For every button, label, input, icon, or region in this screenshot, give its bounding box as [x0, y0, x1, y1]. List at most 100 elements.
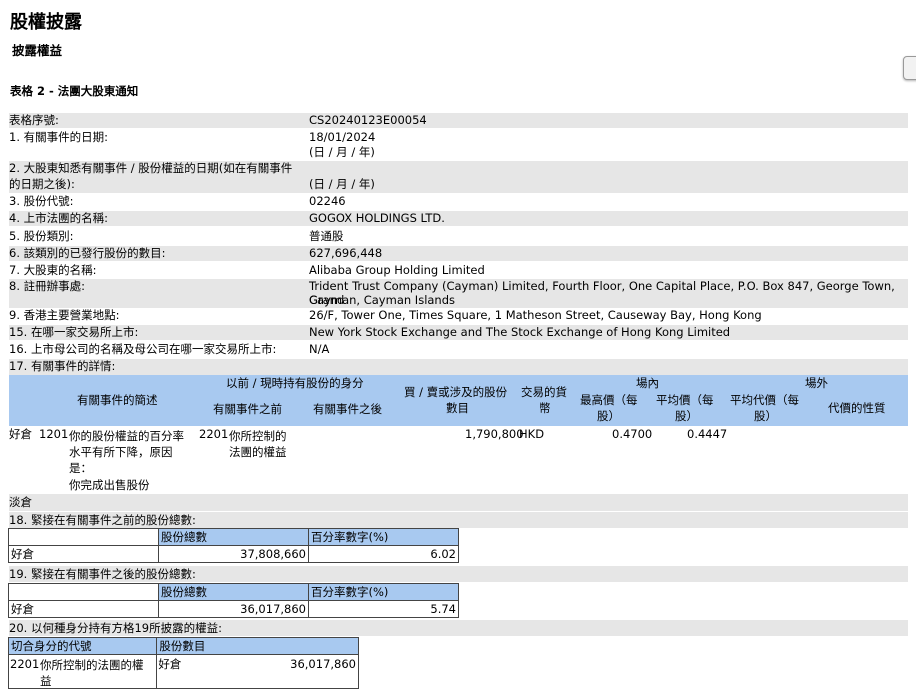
event-position: 好倉: [9, 427, 32, 441]
field-hk-address: 9. 香港主要營業地點: 26/F, Tower One, Times Squa…: [9, 308, 908, 323]
stock-code-value: 02246: [309, 194, 346, 208]
col-avg-1: 平均價（每: [656, 393, 714, 407]
sec20-position: 好倉: [158, 657, 182, 671]
sec20-col-shares: 股份數目: [156, 637, 359, 655]
sec20-shares-cell: 好倉 36,017,860: [156, 654, 359, 689]
sec19-label-row: 19. 緊接在有關事件之後的股份總數:: [9, 566, 908, 582]
sec18-row-label: 好倉: [8, 545, 159, 563]
sec19-pct: 5.74: [308, 600, 459, 618]
aware-date-format: (日 / 月 / 年): [309, 177, 375, 191]
field-stock-code: 3. 股份代號: 02246: [9, 194, 908, 209]
field-shareholder-name: 7. 大股東的名稱: Alibaba Group Holding Limited: [9, 263, 908, 278]
col-nature: 代價的性質: [828, 401, 886, 415]
aware-date-label-2: 的日期之後):: [9, 177, 75, 191]
sec19-label: 19. 緊接在有關事件之後的股份總數:: [9, 567, 196, 581]
sec20-label-row: 20. 以何種身分持有方格19所披露的權益:: [9, 620, 908, 636]
col-offavg-2: 股）: [754, 409, 777, 423]
col-shares-1: 買 / 賣或涉及的股份: [404, 385, 508, 399]
sec20-desc-1: 你所控制的法團的權: [40, 658, 144, 672]
short-position-label: 淡倉: [9, 495, 32, 509]
sec20-col-code: 切合身分的代號: [7, 637, 158, 655]
field-event-date: 1. 有關事件的日期: 18/01/2024 (日 / 月 / 年): [9, 130, 908, 160]
sec20-table: 切合身分的代號 股份數目 2201 你所控制的法團的權 益 好倉 36,017,…: [7, 637, 359, 689]
sec20-code: 2201: [10, 657, 40, 671]
col-high-1: 最高價（每: [580, 393, 638, 407]
side-panel-toggle-button[interactable]: [903, 56, 916, 80]
event-currency: HKD: [519, 427, 545, 441]
event-date-format: (日 / 月 / 年): [309, 145, 375, 159]
sec18-label: 18. 緊接在有關事件之前的股份總數:: [9, 513, 196, 527]
col-offavg-1: 平均代價（每: [730, 393, 799, 407]
capacity-desc-2: 法團的權益: [229, 445, 287, 459]
capacity-code: 2201: [199, 427, 229, 441]
event-high-price: 0.4700: [612, 427, 653, 441]
corp-name-label: 4. 上市法團的名稱:: [9, 211, 109, 225]
sec19-table: 股份總數 百分率數字(%) 好倉 36,017,860 5.74: [8, 583, 459, 618]
short-position-row: 淡倉: [9, 494, 908, 511]
parent-company-value: N/A: [309, 342, 330, 356]
field-exchange: 15. 在哪一家交易所上市: New York Stock Exchange a…: [9, 325, 908, 340]
sec19-shares: 36,017,860: [158, 600, 309, 618]
sec20-desc-2: 益: [40, 674, 52, 688]
share-class-value: 普通股: [309, 229, 344, 243]
col-shares-2: 數目: [446, 401, 469, 415]
field-serial: 表格序號: CS20240123E00054: [9, 113, 908, 128]
parent-company-label: 16. 上市母公司的名稱及母公司在哪一家交易所上市:: [9, 342, 277, 356]
sec20-capacity-cell: 2201 你所控制的法團的權 益: [7, 654, 158, 689]
event-table-header: 有關事件的簡述 以前 / 現時持有股份的身分 有關事件之前 有關事件之後 買 /…: [9, 375, 908, 426]
col-event-desc: 有關事件的簡述: [77, 393, 158, 407]
registered-office-label: 8. 註冊辦事處:: [9, 279, 86, 293]
col-high-2: 股）: [597, 409, 620, 423]
field-aware-date: 2. 大股東知悉有關事件 / 股份權益的日期(如在有關事件 的日期之後): (日…: [9, 161, 908, 193]
field-issued-shares: 6. 該類別的已發行股份的數目: 627,696,448: [9, 246, 908, 261]
col-after: 有關事件之後: [313, 402, 382, 416]
event-desc-3: 是：: [69, 461, 92, 475]
sec18-col-shares: 股份總數: [158, 528, 309, 546]
shareholder-name-label: 7. 大股東的名稱:: [9, 263, 97, 277]
page-title: 股權披露: [10, 12, 82, 33]
page-subtitle: 披露權益: [12, 43, 63, 58]
issued-shares-value: 627,696,448: [309, 246, 383, 260]
aware-date-label-1: 2. 大股東知悉有關事件 / 股份權益的日期(如在有關事件: [9, 161, 293, 175]
sec19-row-label: 好倉: [8, 600, 159, 618]
share-class-label: 5. 股份類別:: [9, 229, 74, 243]
corp-name-value: GOGOX HOLDINGS LTD.: [309, 211, 445, 225]
event-avg-price: 0.4447: [687, 427, 728, 441]
shareholder-name-value: Alibaba Group Holding Limited: [309, 263, 485, 277]
col-onexchange-group: 場內: [636, 376, 659, 390]
exchange-label: 15. 在哪一家交易所上市:: [9, 325, 139, 339]
sec18-label-row: 18. 緊接在有關事件之前的股份總數:: [9, 512, 908, 528]
event-desc-4: 你完成出售股份: [69, 478, 150, 492]
registered-office-value-2: Cayman, Cayman Islands: [309, 293, 456, 307]
hk-address-label: 9. 香港主要營業地點:: [9, 308, 120, 322]
serial-label: 表格序號:: [9, 113, 59, 127]
field-share-class: 5. 股份類別: 普通股: [9, 229, 908, 244]
event-details-label: 17. 有關事件的詳情:: [9, 359, 116, 373]
col-currency-1: 交易的貨: [521, 385, 567, 399]
col-avg-2: 股）: [675, 409, 698, 423]
form-title: 表格 2 - 法團大股東通知: [10, 84, 139, 98]
field-parent-company: 16. 上市母公司的名稱及母公司在哪一家交易所上市: N/A: [9, 342, 908, 357]
exchange-value: New York Stock Exchange and The Stock Ex…: [309, 325, 731, 339]
event-date-label: 1. 有關事件的日期:: [9, 130, 109, 144]
event-desc-1: 你的股份權益的百分率: [69, 429, 184, 443]
field-registered-office: 8. 註冊辦事處: Trident Trust Company (Cayman)…: [9, 279, 908, 308]
stock-code-label: 3. 股份代號:: [9, 194, 74, 208]
field-corp-name: 4. 上市法團的名稱: GOGOX HOLDINGS LTD.: [9, 211, 908, 226]
issued-shares-label: 6. 該類別的已發行股份的數目:: [9, 246, 166, 260]
sec20-label: 20. 以何種身分持有方格19所披露的權益:: [9, 621, 222, 635]
event-date-value: 18/01/2024: [309, 130, 376, 144]
col-capacity-group: 以前 / 現時持有股份的身分: [226, 376, 364, 390]
col-offexchange-group: 場外: [805, 376, 828, 390]
sec18-table: 股份總數 百分率數字(%) 好倉 37,808,660 6.02: [8, 528, 459, 563]
sec19-col-pct: 百分率數字(%): [308, 583, 459, 601]
event-shares: 1,790,800: [465, 427, 524, 441]
field-event-details: 17. 有關事件的詳情:: [9, 359, 908, 375]
serial-value: CS20240123E00054: [309, 113, 427, 127]
sec18-shares: 37,808,660: [158, 545, 309, 563]
hk-address-value: 26/F, Tower One, Times Square, 1 Matheso…: [309, 308, 762, 322]
capacity-desc-1: 你所控制的: [229, 429, 287, 443]
sec18-col-pct: 百分率數字(%): [308, 528, 459, 546]
sec19-col-shares: 股份總數: [158, 583, 309, 601]
sec20-shares: 36,017,860: [290, 657, 356, 671]
